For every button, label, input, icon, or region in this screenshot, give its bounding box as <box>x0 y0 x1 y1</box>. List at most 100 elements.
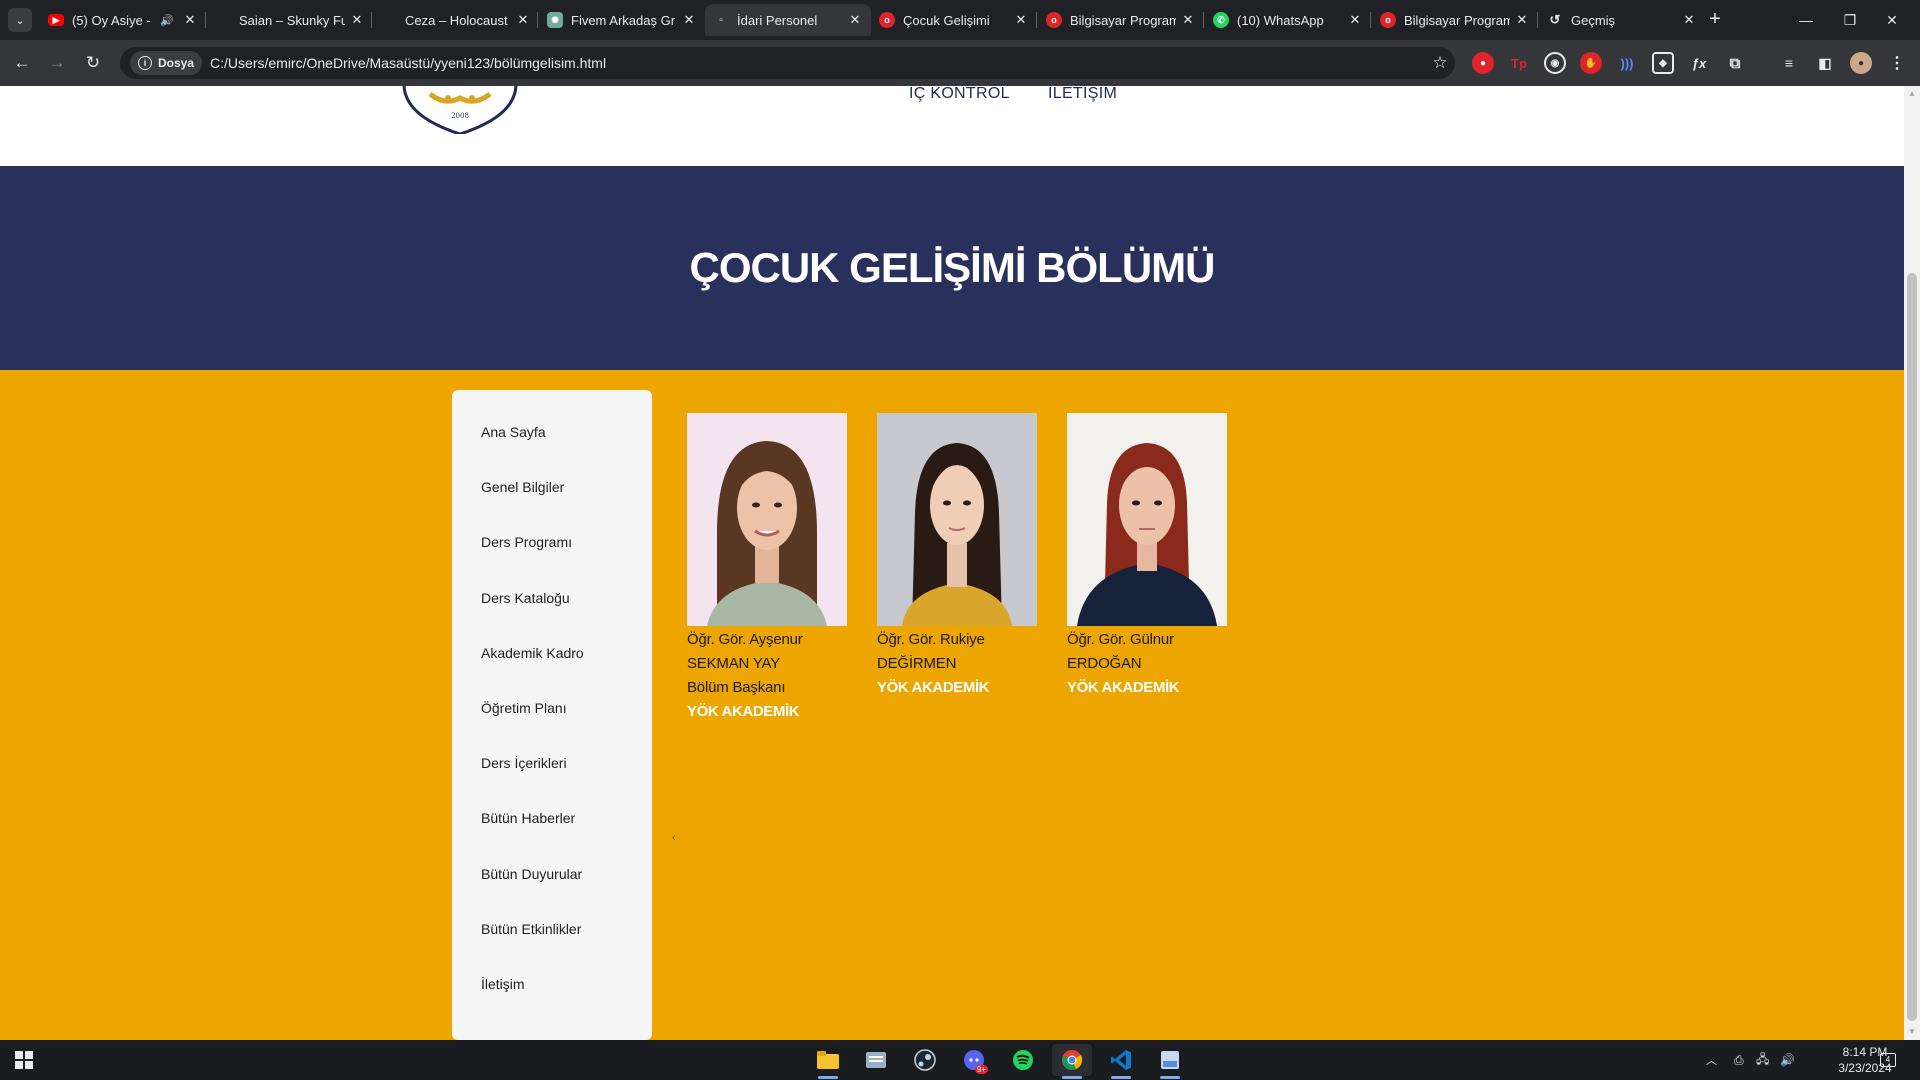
extension-fx-icon[interactable]: ƒx <box>1688 52 1710 74</box>
scroll-up-icon[interactable]: ▲ <box>1904 86 1920 102</box>
meet-now-icon[interactable]: ⎙ <box>1734 1040 1744 1080</box>
extension-waves-icon[interactable]: ))) <box>1616 52 1638 74</box>
extension-adblock-icon[interactable]: ● <box>1472 52 1494 74</box>
close-icon[interactable]: ✕ <box>515 12 531 28</box>
reload-button[interactable]: ↻ <box>79 49 107 77</box>
menu-item-ana-sayfa[interactable]: Ana Sayfa <box>481 424 546 440</box>
back-button[interactable]: ← <box>8 49 36 77</box>
menu-item-butun-etkinlikler[interactable]: Bütün Etkinlikler <box>481 921 581 937</box>
nav-iletisim[interactable]: İLETİŞİM <box>1048 86 1117 103</box>
file-explorer-icon[interactable] <box>808 1044 848 1079</box>
volume-icon[interactable]: 🔊 <box>1780 1040 1795 1080</box>
menu-item-genel-bilgiler[interactable]: Genel Bilgiler <box>481 479 564 495</box>
tab[interactable]: ▶ (5) Oy Asiye - 🔊 ✕ <box>40 4 206 36</box>
tab-search-button[interactable]: ⌄ <box>8 8 32 32</box>
discord-icon[interactable]: 9+ <box>954 1044 994 1076</box>
url-text[interactable]: C:/Users/emirc/OneDrive/Masaüstü/yyeni12… <box>210 55 1425 71</box>
yok-akademik-link[interactable]: YÖK AKADEMİK <box>687 700 849 724</box>
tab[interactable]: o Bilgisayar Program ✕ <box>1038 4 1204 36</box>
close-icon[interactable]: ✕ <box>847 12 863 28</box>
chrome-icon[interactable] <box>1052 1044 1092 1079</box>
speaker-icon[interactable]: 🔊 <box>160 14 174 27</box>
close-icon[interactable]: ✕ <box>349 12 365 28</box>
yok-akademik-link[interactable]: YÖK AKADEMİK <box>1067 676 1229 700</box>
staff-name: Öğr. Gör. Ayşenur SEKMAN YAY Bölüm Başka… <box>687 628 849 700</box>
spotify-icon[interactable] <box>1003 1044 1043 1076</box>
tab-strip: ⌄ ▶ (5) Oy Asiye - 🔊 ✕ Saian – Skunky Fu… <box>0 0 1920 40</box>
tab[interactable]: o Bilgisayar Program ✕ <box>1372 4 1538 36</box>
menu-item-butun-haberler[interactable]: Bütün Haberler <box>481 810 575 826</box>
staff-photo <box>1067 413 1227 626</box>
tab-title: Saian – Skunky Fu <box>239 12 345 28</box>
extension-tp-icon[interactable]: Tp <box>1508 52 1530 74</box>
notification-center-icon[interactable]: 4 <box>1880 1040 1896 1080</box>
page-scrollbar[interactable]: ▲ ▼ <box>1904 86 1920 1040</box>
file-icon: ▫ <box>719 14 723 26</box>
vscode-icon[interactable] <box>1101 1044 1141 1079</box>
close-icon[interactable]: ✕ <box>1681 12 1697 28</box>
extensions-puzzle-icon[interactable]: ⧉ <box>1724 52 1746 74</box>
tab-title: Fivem Arkadaş Gr <box>571 12 676 28</box>
bookmark-star-icon[interactable]: ☆ <box>1425 53 1455 73</box>
window-close-button[interactable]: ✕ <box>1864 0 1920 40</box>
menu-item-butun-duyurular[interactable]: Bütün Duyurular <box>481 866 582 882</box>
chip-label: Dosya <box>158 56 195 70</box>
steam-icon[interactable] <box>905 1044 945 1076</box>
staff-card: Öğr. Gör. Ayşenur SEKMAN YAY Bölüm Başka… <box>687 413 849 724</box>
new-tab-button[interactable]: + <box>1703 8 1727 32</box>
menu-item-ders-katalogu[interactable]: Ders Kataloğu <box>481 590 570 606</box>
tab-title: Çocuk Gelişimi <box>903 12 990 28</box>
network-icon[interactable]: 🖧 <box>1756 1040 1769 1080</box>
tab[interactable]: ✺ Fivem Arkadaş Gr ✕ <box>539 4 705 36</box>
more-menu-icon[interactable]: ⋮ <box>1886 52 1908 74</box>
scroll-thumb[interactable] <box>1907 273 1917 1021</box>
tab-active[interactable]: ▫ İdari Personel ✕ <box>705 4 871 36</box>
site-info-chip[interactable]: i Dosya <box>130 51 203 75</box>
nav-ic-kontrol[interactable]: İÇ KONTROL <box>909 86 1010 103</box>
blank-favicon-icon <box>381 12 397 28</box>
extension-circle-icon[interactable]: ◉ <box>1544 52 1566 74</box>
tab[interactable]: Saian – Skunky Fu ✕ <box>207 4 373 36</box>
close-icon[interactable]: ✕ <box>1514 12 1530 28</box>
notepad-icon[interactable] <box>856 1044 896 1076</box>
extension-hand-icon[interactable]: ✋ <box>1580 52 1602 74</box>
tab[interactable]: Ceza – Holocaust ✕ <box>373 4 539 36</box>
windows-start-icon[interactable] <box>4 1044 44 1076</box>
staff-role: Bölüm Başkanı <box>687 679 786 696</box>
chatgpt-icon: ✺ <box>547 12 563 28</box>
yok-akademik-link[interactable]: YÖK AKADEMİK <box>877 676 1039 700</box>
windows-taskbar: 9+ ︿ ⎙ 🖧 🔊 8:14 PM 3/23/2024 4 <box>0 1040 1920 1080</box>
tab[interactable]: ↺ Geçmiş ✕ <box>1539 4 1705 36</box>
side-panel-icon[interactable]: ◧ <box>1814 52 1836 74</box>
menu-item-akademik-kadro[interactable]: Akademik Kadro <box>481 645 584 661</box>
tab[interactable]: ✆ (10) WhatsApp ✕ <box>1205 4 1371 36</box>
extension-box-icon[interactable]: ◆ <box>1652 52 1674 74</box>
tray-chevron-icon[interactable]: ︿ <box>1706 1040 1717 1080</box>
profile-avatar[interactable]: ● <box>1850 52 1872 74</box>
tab-title: (10) WhatsApp <box>1237 12 1324 28</box>
photos-icon[interactable] <box>1150 1044 1190 1079</box>
close-icon[interactable]: ✕ <box>182 12 198 28</box>
close-icon[interactable]: ✕ <box>1180 12 1196 28</box>
page-title: ÇOCUK GELİŞİMİ BÖLÜMÜ <box>689 244 1216 291</box>
media-control-icon[interactable]: ≡ <box>1778 52 1800 74</box>
menu-item-ders-programi[interactable]: Ders Programı <box>481 534 572 550</box>
address-bar[interactable]: i Dosya C:/Users/emirc/OneDrive/Masaüstü… <box>120 47 1455 79</box>
staff-name: Öğr. Gör. Gülnur ERDOĞAN <box>1067 631 1174 672</box>
close-icon[interactable]: ✕ <box>1013 12 1029 28</box>
scroll-down-icon[interactable]: ▼ <box>1904 1024 1920 1040</box>
menu-item-ders-icerikleri[interactable]: Ders İçerikleri <box>481 755 567 771</box>
youtube-icon: ▶ <box>48 14 64 26</box>
close-icon[interactable]: ✕ <box>1347 12 1363 28</box>
page-viewport: 2008 İÇ KONTROL İLETİŞİM ÇOCUK GELİŞİMİ … <box>0 86 1904 1040</box>
tab-title: Geçmiş <box>1571 12 1616 28</box>
carousel-prev-icon[interactable]: ‹ <box>672 832 676 844</box>
tab[interactable]: o Çocuk Gelişimi ✕ <box>871 4 1037 36</box>
menu-item-iletisim[interactable]: İletişim <box>481 976 525 992</box>
tab-title: (5) Oy Asiye - <box>72 12 151 28</box>
menu-item-ogretim-plani[interactable]: Öğretim Planı <box>481 700 567 716</box>
close-icon[interactable]: ✕ <box>681 12 697 28</box>
university-logo[interactable]: 2008 <box>400 86 520 134</box>
forward-button[interactable]: → <box>43 49 71 77</box>
opera-icon: o <box>879 12 895 28</box>
